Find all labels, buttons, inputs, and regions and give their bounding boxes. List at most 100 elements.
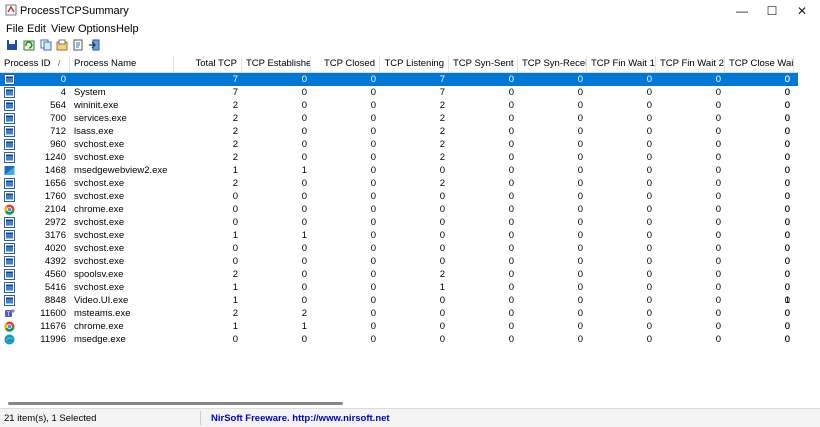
copy-icon[interactable] [40, 39, 52, 51]
cell-process-name: svchost.exe [74, 139, 125, 150]
cell-tcp-listening: 0 [439, 295, 445, 306]
cell-tcp-closed: 0 [370, 152, 376, 163]
cell-tcp-close-wait: 0 [784, 269, 790, 280]
column-header-tcp-syn-received[interactable]: TCP Syn-Recei... [518, 56, 587, 72]
table-row[interactable]: 1760svchost.exe00000000000 [0, 190, 798, 203]
cell-tcp-listening: 0 [439, 230, 445, 241]
cell-tcp-established: 0 [301, 256, 307, 267]
menu-view[interactable]: View [51, 23, 75, 35]
save-icon[interactable] [6, 39, 18, 51]
table-row[interactable]: 8848Video.UI.exe10000000010 [0, 294, 798, 307]
cell-tcp-syn-sent: 0 [508, 139, 514, 150]
table-row[interactable]: 1468msedgewebview2.exe11000000000 [0, 164, 798, 177]
column-header-tcp-established[interactable]: TCP Established [242, 56, 311, 72]
table-row[interactable]: 11996msedge.exe00000000000 [0, 333, 798, 346]
cell-tcp-listening: 0 [439, 217, 445, 228]
cell-total-tcp: 2 [232, 139, 238, 150]
menu-bar: File Edit View Options Help [0, 22, 820, 36]
table-row[interactable]: 960svchost.exe20020000000 [0, 138, 798, 151]
column-header-process-name[interactable]: Process Name [70, 56, 174, 72]
cell-total-tcp: 2 [232, 269, 238, 280]
cell-tcp-closed: 0 [370, 178, 376, 189]
cell-tcp-close-wait: 0 [784, 165, 790, 176]
column-header-tcp-close-wait[interactable]: TCP Close Wait [725, 56, 794, 72]
app-icon [5, 4, 17, 16]
html-report-icon[interactable] [72, 39, 84, 51]
menu-edit[interactable]: Edit [27, 23, 46, 35]
cell-tcp-established: 0 [301, 204, 307, 215]
column-header-tcp-listening[interactable]: TCP Listening [380, 56, 449, 72]
cell-tcp-established: 0 [301, 217, 307, 228]
cell-tcp-established: 0 [301, 178, 307, 189]
cell-process-name: msedge.exe [74, 334, 126, 345]
menu-help[interactable]: Help [116, 23, 139, 35]
cell-tcp-fin-wait-1: 0 [646, 191, 652, 202]
column-header-tcp-syn-sent[interactable]: TCP Syn-Sent [449, 56, 518, 72]
column-header-process-id[interactable]: Process ID / [0, 56, 70, 72]
cell-process-name: chrome.exe [74, 321, 124, 332]
table-row[interactable]: 2972svchost.exe00000000000 [0, 216, 798, 229]
table-row[interactable]: 1656svchost.exe20020000000 [0, 177, 798, 190]
properties-icon[interactable] [56, 39, 68, 51]
process-list[interactable]: Process ID / Process Name Total TCP TCP … [0, 56, 798, 400]
cell-tcp-syn-received: 0 [577, 74, 583, 85]
cell-pid: 564 [50, 100, 66, 111]
cell-tcp-fin-wait-2: 0 [715, 152, 721, 163]
minimize-button[interactable]: — [726, 0, 758, 22]
cell-tcp-syn-received: 0 [577, 126, 583, 137]
table-row[interactable]: 4560spoolsv.exe20020000000 [0, 268, 798, 281]
menu-file[interactable]: File [6, 23, 24, 35]
cell-tcp-established: 1 [301, 321, 307, 332]
table-row[interactable]: 1240svchost.exe20020000000 [0, 151, 798, 164]
table-row[interactable]: 700services.exe20020000000 [0, 112, 798, 125]
table-row[interactable]: 5416svchost.exe10010000000 [0, 281, 798, 294]
cell-pid: 2972 [44, 217, 66, 228]
cell-tcp-syn-received: 0 [577, 295, 583, 306]
table-row[interactable]: 4020svchost.exe00000000000 [0, 242, 798, 255]
horizontal-scrollbar-thumb[interactable] [8, 402, 343, 405]
column-header-tcp-closed[interactable]: TCP Closed [311, 56, 380, 72]
cell-pid: 700 [50, 113, 66, 124]
exit-icon[interactable] [88, 39, 100, 51]
column-header-tcp-fin-wait-1[interactable]: TCP Fin Wait 1 [587, 56, 656, 72]
column-header-tcp-fin-wait-2[interactable]: TCP Fin Wait 2 [656, 56, 725, 72]
table-row[interactable]: 3176svchost.exe11000000000 [0, 229, 798, 242]
cell-tcp-syn-sent: 0 [508, 230, 514, 241]
close-button[interactable]: ✕ [786, 0, 818, 22]
cell-tcp-fin-wait-2: 0 [715, 113, 721, 124]
cell-tcp-fin-wait-2: 0 [715, 256, 721, 267]
cell-tcp-established: 0 [301, 152, 307, 163]
cell-tcp-fin-wait-1: 0 [646, 126, 652, 137]
cell-tcp-close-wait: 0 [784, 139, 790, 150]
nirsoft-link[interactable]: NirSoft Freeware. http://www.nirsoft.net [211, 413, 390, 424]
cell-tcp-close-wait: 0 [784, 321, 790, 332]
table-row[interactable]: 2104chrome.exe00000000000 [0, 203, 798, 216]
table-row[interactable]: 564wininit.exe20020000000 [0, 99, 798, 112]
menu-options[interactable]: Options [78, 23, 116, 35]
cell-process-name: svchost.exe [74, 217, 125, 228]
cell-tcp-syn-received: 0 [577, 139, 583, 150]
cell-tcp-established: 1 [301, 165, 307, 176]
cell-tcp-close-wait: 0 [784, 230, 790, 241]
table-row[interactable]: T11600msteams.exe22000000000 [0, 307, 798, 320]
refresh-icon[interactable] [23, 39, 35, 51]
cell-tcp-syn-received: 0 [577, 243, 583, 254]
cell-pid: 8848 [44, 295, 66, 306]
table-row[interactable]: 11676chrome.exe11000000000 [0, 320, 798, 333]
maximize-button[interactable]: ☐ [756, 0, 788, 22]
cell-tcp-closed: 0 [370, 191, 376, 202]
cell-tcp-syn-sent: 0 [508, 243, 514, 254]
cell-tcp-closed: 0 [370, 334, 376, 345]
cell-tcp-syn-sent: 0 [508, 334, 514, 345]
column-header-total-tcp[interactable]: Total TCP [174, 56, 242, 72]
cell-tcp-closed: 0 [370, 113, 376, 124]
cell-tcp-listening: 0 [439, 191, 445, 202]
table-row[interactable]: 4392svchost.exe00000000000 [0, 255, 798, 268]
table-row[interactable]: 712lsass.exe20020000000 [0, 125, 798, 138]
cell-total-tcp: 0 [232, 256, 238, 267]
cell-tcp-closed: 0 [370, 282, 376, 293]
cell-tcp-closed: 0 [370, 243, 376, 254]
table-row[interactable]: 070070000000 [0, 73, 798, 86]
table-row[interactable]: 4System70070000000 [0, 86, 798, 99]
horizontal-scrollbar[interactable] [0, 400, 798, 408]
